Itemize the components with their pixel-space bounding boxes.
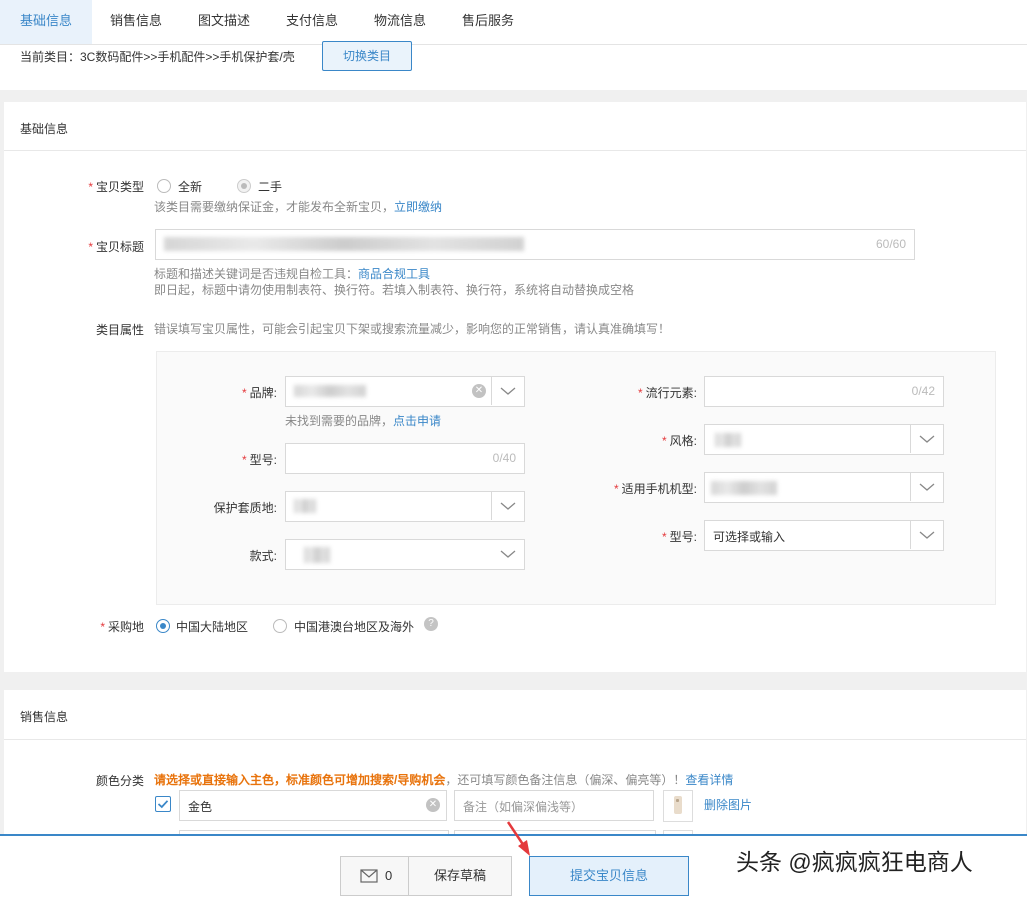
tab-sales-info[interactable]: 销售信息 [92, 0, 180, 44]
category-path: 当前类目：3C数码配件>>手机配件>>手机保护套/壳 [20, 50, 295, 64]
title-counter: 60/60 [875, 237, 906, 251]
clear-icon[interactable]: ✕ [472, 384, 486, 398]
radio-overseas[interactable] [273, 619, 287, 633]
phone-case-image-icon [674, 796, 682, 814]
design-label: 款式: [249, 549, 277, 563]
item-type-label: * 宝贝类型 [88, 180, 144, 194]
brand-select[interactable]: ✕ [285, 376, 525, 407]
item-title-input[interactable]: 60/60 [155, 229, 915, 260]
tab-after-sales[interactable]: 售后服务 [444, 0, 532, 44]
color-image-thumbnail[interactable] [663, 790, 693, 822]
material-select[interactable] [285, 491, 525, 522]
view-details-link[interactable]: 查看详情 [685, 773, 733, 787]
divider [4, 739, 1026, 740]
chevron-down-icon[interactable] [910, 425, 943, 453]
attributes-warning: 错误填写宝贝属性，可能会引起宝贝下架或搜索流量减少，影响您的正常销售，请认真准确… [154, 322, 671, 336]
clear-icon[interactable]: ✕ [426, 798, 440, 812]
redacted-title [164, 237, 524, 251]
message-button[interactable]: 0 [340, 856, 410, 896]
submit-button[interactable]: 提交宝贝信息 [529, 856, 689, 896]
basic-info-panel: 基础信息 * 宝贝类型 全新 二手 该类目需要缴纳保证金，才能发布全新宝贝，立即缴… [4, 102, 1026, 672]
trend-input[interactable]: 0/42 [704, 376, 944, 407]
chevron-down-icon[interactable] [910, 521, 943, 549]
title-hint-1: 标题和描述关键词是否违规自检工具：商品合规工具 [154, 267, 431, 281]
design-select[interactable] [285, 539, 525, 570]
message-count: 0 [385, 868, 393, 883]
sales-info-title: 销售信息 [20, 710, 69, 724]
style-select[interactable] [704, 424, 944, 455]
model-input[interactable]: 0/40 [285, 443, 525, 474]
color-checkbox[interactable] [155, 796, 171, 812]
radio-new[interactable] [157, 179, 171, 193]
purchase-place-label: * 采购地 [100, 620, 144, 634]
basic-info-title: 基础信息 [20, 122, 69, 136]
trend-label: * 流行元素: [637, 386, 697, 400]
phone-model-label: * 适用手机机型: [613, 482, 697, 496]
pay-deposit-link[interactable]: 立即缴纳 [394, 200, 442, 214]
color-input[interactable]: 金色 ✕ [179, 790, 447, 821]
item-title-label: * 宝贝标题 [88, 240, 144, 254]
title-hint-2: 即日起，标题中请勿使用制表符、换行符。若填入制表符、换行符，系统将自动替换成空格 [154, 283, 635, 297]
style-label: * 风格: [661, 434, 697, 448]
tab-description[interactable]: 图文描述 [180, 0, 268, 44]
delete-image-link[interactable]: 删除图片 [704, 796, 752, 813]
redacted-material [294, 499, 316, 513]
color-value: 金色 [188, 800, 213, 814]
mail-icon [360, 869, 378, 883]
chevron-down-icon[interactable] [910, 473, 943, 501]
help-icon[interactable]: ? [424, 617, 438, 631]
redacted-design [304, 547, 330, 563]
radio-mainland-label: 中国大陆地区 [176, 620, 249, 634]
chevron-down-icon[interactable] [492, 540, 524, 568]
color-note-input[interactable]: 备注（如偏深偏浅等） [454, 790, 654, 821]
compliance-tool-link[interactable]: 商品合规工具 [358, 267, 430, 281]
annotation-arrow [506, 821, 530, 856]
model-right-select[interactable]: 可选择或输入 [704, 520, 944, 551]
sales-info-panel: 销售信息 颜色分类 请选择或直接输入主色，标准颜色可增加搜索/导购机会，还可填写… [4, 690, 1026, 839]
divider [4, 150, 1026, 151]
radio-used[interactable] [237, 179, 251, 193]
radio-new-label: 全新 [178, 180, 203, 194]
category-bar: 当前类目：3C数码配件>>手机配件>>手机保护套/壳 切换类目 [0, 41, 1027, 90]
radio-overseas-label: 中国港澳台地区及海外 [294, 620, 415, 634]
tab-basic-info[interactable]: 基础信息 [0, 0, 92, 44]
checkmark-icon [157, 800, 169, 809]
trend-counter: 0/42 [911, 384, 935, 398]
item-type-hint: 该类目需要缴纳保证金，才能发布全新宝贝，立即缴纳 [154, 200, 443, 214]
brand-hint: 未找到需要的品牌，点击申请 [285, 414, 442, 428]
radio-used-label: 二手 [258, 180, 283, 194]
chevron-down-icon[interactable] [491, 492, 524, 520]
brand-label: * 品牌: [241, 386, 277, 400]
attributes-label: 类目属性 [95, 323, 144, 337]
attributes-box: * 品牌: ✕ 未找到需要的品牌，点击申请 * 型号: 0/40 保护套质地: 款式… [156, 351, 996, 605]
model-counter: 0/40 [492, 451, 516, 465]
redacted-phone-model [711, 481, 777, 495]
material-label: 保护套质地: [213, 501, 277, 515]
top-tab-bar: 基础信息 销售信息 图文描述 支付信息 物流信息 售后服务 [0, 0, 1027, 45]
chevron-down-icon[interactable] [491, 377, 524, 405]
save-draft-button[interactable]: 保存草稿 [408, 856, 512, 896]
switch-category-button[interactable]: 切换类目 [322, 41, 412, 71]
apply-brand-link[interactable]: 点击申请 [393, 414, 441, 428]
color-hint: 请选择或直接输入主色，标准颜色可增加搜索/导购机会，还可填写颜色备注信息（偏深、… [154, 773, 734, 787]
phone-model-select[interactable] [704, 472, 944, 503]
model-right-placeholder: 可选择或输入 [713, 530, 786, 544]
redacted-brand [294, 385, 366, 397]
model-label: * 型号: [241, 453, 277, 467]
color-note-placeholder: 备注（如偏深偏浅等） [463, 800, 584, 814]
tab-logistics-info[interactable]: 物流信息 [356, 0, 444, 44]
radio-mainland[interactable] [156, 619, 170, 633]
color-label: 颜色分类 [95, 774, 144, 788]
tab-payment-info[interactable]: 支付信息 [268, 0, 356, 44]
watermark: 头条 @疯疯疯狂电商人 [736, 849, 973, 875]
redacted-style [715, 433, 741, 447]
model-right-label: * 型号: [661, 530, 697, 544]
